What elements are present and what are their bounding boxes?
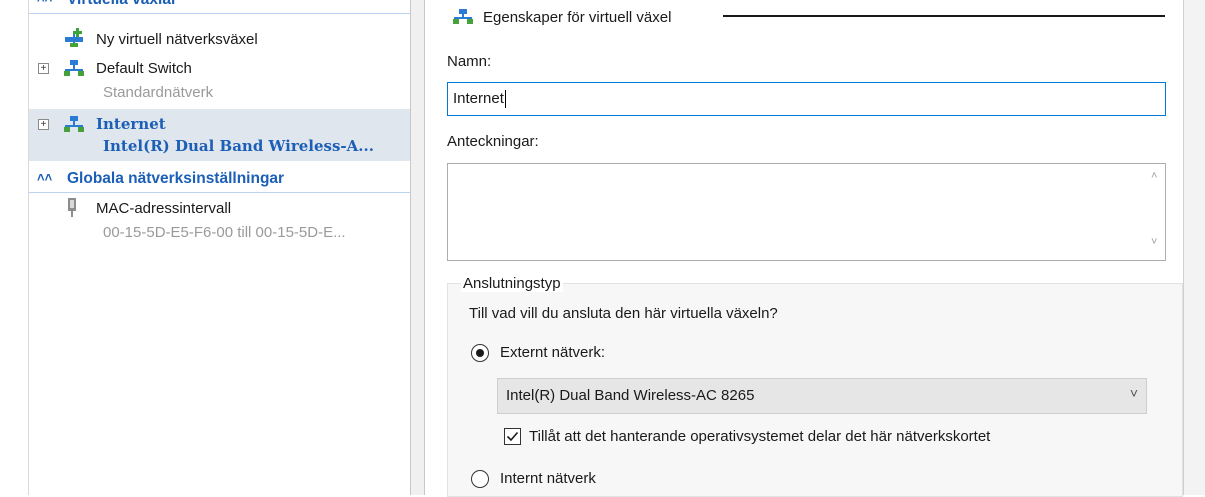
window-right-edge	[1183, 0, 1205, 495]
mac-range-label: MAC-adressintervall	[96, 200, 232, 217]
network-switch-icon	[64, 116, 84, 132]
section-virtual-switches-label: Virtuella växlar	[67, 0, 177, 9]
checkmark-icon	[506, 431, 519, 442]
section-global-settings-label: Globala nätverksinställningar	[67, 170, 285, 187]
external-network-radio[interactable]	[471, 344, 489, 362]
title-divider	[723, 15, 1165, 17]
connection-question: Till vad vill du ansluta den här virtuel…	[469, 305, 778, 322]
name-input-value: Internet	[453, 90, 504, 107]
mac-address-icon	[68, 198, 76, 217]
adapter-select[interactable]: Intel(R) Dual Band Wireless-AC 8265 ˅	[497, 378, 1147, 414]
section-virtual-switches[interactable]: ˄˄ Virtuella växlar	[29, 0, 410, 14]
mac-range-sub: 00-15-5D-E5-F6-00 till 00-15-5D-E...	[103, 224, 346, 241]
new-switch-icon	[65, 28, 83, 47]
external-network-label[interactable]: Externt nätverk:	[500, 344, 605, 361]
new-switch-label: Ny virtuell nätverksväxel	[96, 31, 258, 48]
allow-os-checkbox[interactable]	[504, 428, 521, 445]
left-gutter	[0, 0, 29, 495]
tree-item-mac-range[interactable]: MAC-adressintervall 00-15-5D-E5-F6-00 ti…	[29, 197, 410, 245]
name-label: Namn:	[447, 53, 492, 70]
switch-tree: ˄˄ Virtuella växlar Ny virtuell nätverks…	[29, 0, 411, 495]
dropdown-chevron-icon: ˅	[1129, 385, 1138, 401]
default-switch-sub: Standardnätverk	[103, 84, 214, 101]
tree-item-default-switch[interactable]: + Default Switch Standardnätverk	[29, 57, 410, 105]
name-input[interactable]: Internet	[447, 82, 1166, 116]
internal-network-radio[interactable]	[471, 470, 489, 488]
internal-network-label[interactable]: Internt nätverk	[500, 470, 596, 487]
pane-splitter[interactable]	[411, 0, 425, 495]
network-switch-icon	[453, 9, 473, 24]
radio-selected-dot	[476, 349, 484, 357]
notes-label: Anteckningar:	[447, 133, 539, 150]
chevron-up-icon: ˄˄	[37, 0, 52, 6]
allow-os-label[interactable]: Tillåt att det hanterande operativsystem…	[529, 428, 990, 445]
section-global-settings[interactable]: ˄˄ Globala nätverksinställningar	[29, 168, 410, 193]
internet-switch-label: Internet	[96, 115, 166, 133]
tree-item-internet[interactable]: + Internet Intel(R) Dual Band Wireless-A…	[29, 113, 410, 161]
scroll-down-icon[interactable]: ˅	[1151, 236, 1157, 248]
connection-type-label: Anslutningstyp	[461, 275, 563, 292]
notes-textarea[interactable]: ˄ ˅	[447, 163, 1166, 261]
notes-scrollbar[interactable]: ˄ ˅	[1147, 164, 1165, 260]
tree-item-new-switch[interactable]: Ny virtuell nätverksväxel	[29, 28, 410, 52]
adapter-select-value: Intel(R) Dual Band Wireless-AC 8265	[506, 387, 755, 404]
scroll-up-icon[interactable]: ˄	[1151, 170, 1157, 182]
chevron-up-icon: ˄˄	[37, 170, 53, 185]
default-switch-label: Default Switch	[96, 60, 192, 77]
expand-toggle[interactable]: +	[38, 119, 49, 130]
internet-switch-sub: Intel(R) Dual Band Wireless-A...	[103, 137, 374, 155]
expand-toggle[interactable]: +	[38, 63, 49, 74]
properties-pane: Egenskaper för virtuell växel Namn: Inte…	[425, 0, 1183, 497]
properties-title: Egenskaper för virtuell växel	[483, 9, 672, 26]
network-switch-icon	[64, 60, 84, 76]
